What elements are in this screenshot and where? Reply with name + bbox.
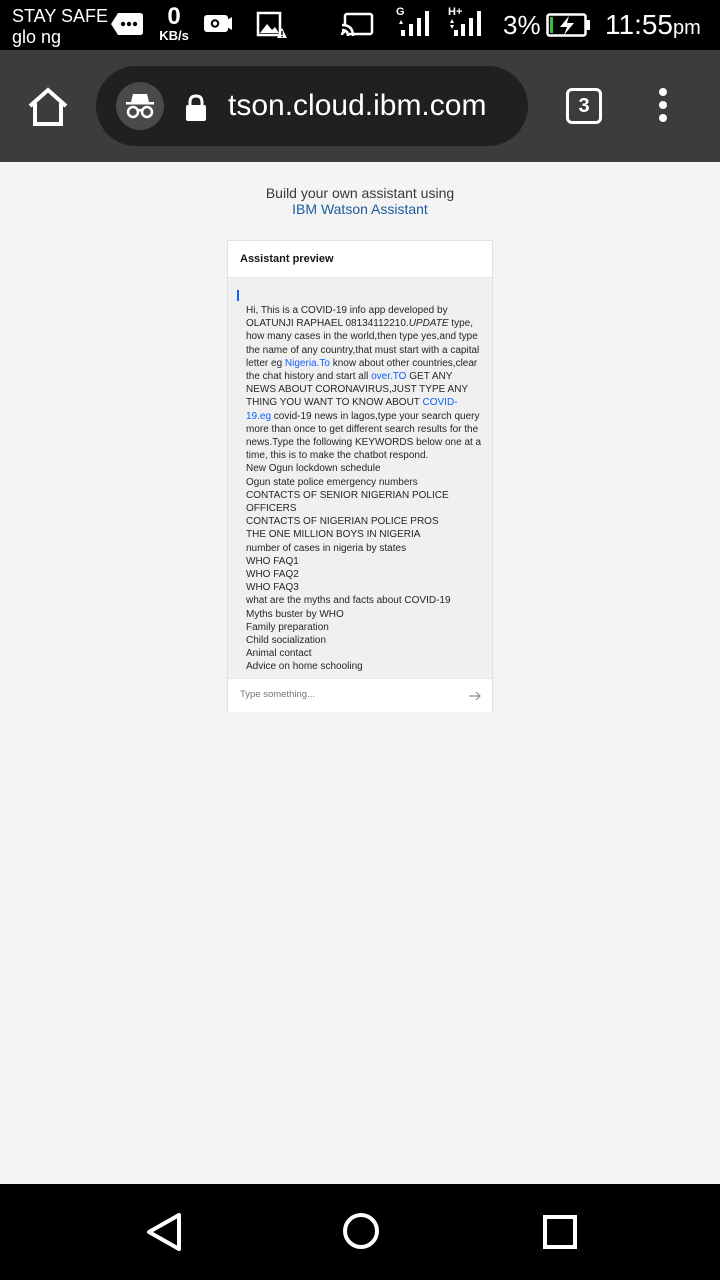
keyword-item: THE ONE MILLION BOYS IN NIGERIA — [246, 529, 421, 541]
network-speed: 0 KB/s — [156, 5, 192, 43]
clock-suffix: pm — [673, 17, 701, 39]
keyword-item: number of cases in nigeria by states — [246, 542, 407, 554]
preview-title: Assistant preview — [240, 253, 334, 265]
more-vert-icon[interactable] — [656, 88, 670, 128]
msg-text-5: covid-19 news in lagos,type your search … — [246, 410, 482, 462]
message-indicator — [237, 290, 239, 301]
assistant-preview-panel: Assistant preview Hi, This is a COVID-19… — [227, 240, 493, 712]
clock-time: 11:55 — [605, 9, 673, 40]
chat-input[interactable] — [240, 689, 440, 700]
nav-home-icon[interactable] — [342, 1212, 380, 1255]
clock: 11:55pm — [605, 8, 701, 45]
assistant-message: Hi, This is a COVID-19 info app develope… — [246, 304, 482, 674]
build-assistant-text: Build your own assistant using — [265, 185, 455, 201]
keyword-item: Animal contact — [246, 648, 312, 660]
msg-link-nigeria[interactable]: Nigeria.To — [285, 358, 330, 369]
incognito-icon — [116, 82, 164, 130]
keyword-item: CONTACTS OF SENIOR NIGERIAN POLICE OFFIC… — [246, 489, 449, 515]
chat-area[interactable]: Hi, This is a COVID-19 info app develope… — [228, 278, 492, 678]
address-bar[interactable]: tson.cloud.ibm.com — [96, 66, 528, 146]
chat-input-row — [228, 678, 492, 712]
message-icon — [110, 11, 144, 42]
recent-apps-icon[interactable] — [542, 1214, 578, 1255]
network-type-1: G — [396, 6, 405, 18]
home-icon — [28, 87, 68, 126]
keyword-item: Myths buster by WHO — [246, 608, 344, 620]
preview-header: Assistant preview — [228, 241, 492, 278]
keyword-item: New Ogun lockdown schedule — [246, 463, 381, 475]
msg-italic: UPDATE — [408, 318, 449, 330]
msg-link-over[interactable]: over.TO — [371, 371, 406, 382]
battery-percent: 3% — [503, 10, 541, 40]
keyword-item: what are the myths and facts about COVID… — [246, 595, 451, 607]
home-button[interactable] — [24, 86, 72, 128]
cast-icon — [340, 12, 374, 43]
network-type-2: H+ — [448, 6, 463, 18]
keyword-item: WHO FAQ2 — [246, 569, 299, 581]
keyword-item: WHO FAQ3 — [246, 582, 299, 594]
tab-switcher-button[interactable]: 3 — [566, 88, 602, 124]
keyword-item: CONTACTS OF NIGERIAN POLICE PROS — [246, 516, 439, 528]
keyword-item: WHO FAQ1 — [246, 555, 299, 567]
keyword-item: Family preparation — [246, 621, 329, 633]
signal-icon-1: G — [396, 6, 436, 45]
carrier-label: STAY SAFE glo ng — [12, 6, 108, 48]
carrier-line-2: glo ng — [12, 27, 62, 47]
system-nav-bar — [0, 1184, 720, 1280]
camera-icon — [203, 12, 233, 39]
watson-assistant-link-label: IBM Watson Assistant — [292, 201, 428, 217]
watson-assistant-link[interactable]: IBM Watson Assistant — [0, 201, 720, 218]
speed-value: 0 — [167, 3, 181, 30]
url-text: tson.cloud.ibm.com — [228, 89, 487, 122]
browser-toolbar: tson.cloud.ibm.com 3 — [0, 50, 720, 162]
keyword-item: Child socialization — [246, 635, 327, 647]
back-icon[interactable] — [144, 1212, 184, 1257]
keyword-item: Advice on home schooling — [246, 661, 363, 673]
carrier-line-1: STAY SAFE — [12, 6, 109, 26]
lock-icon — [184, 94, 208, 127]
battery-charging-icon — [546, 12, 592, 43]
image-warning-icon — [256, 11, 288, 44]
status-bar: STAY SAFE glo ng 0 KB/s G H+ 3% 11:55pm — [0, 0, 720, 50]
keyword-item: Ogun state police emergency numbers — [246, 476, 418, 488]
arrow-right-icon[interactable] — [468, 689, 482, 707]
signal-icon-2: H+ — [448, 6, 488, 45]
speed-unit: KB/s — [159, 28, 189, 43]
